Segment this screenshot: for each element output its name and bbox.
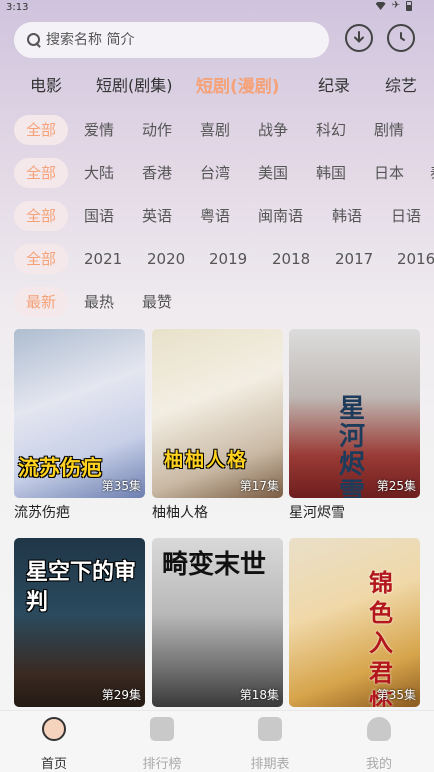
poster-image: 锦色入君怀 第35集 xyxy=(289,538,420,707)
genre-chip[interactable]: 剧情 xyxy=(374,115,404,145)
genre-chip[interactable]: 爱情 xyxy=(84,115,114,145)
drama-card[interactable]: 畸变末世 第18集 xyxy=(152,538,283,707)
episode-count: 第17集 xyxy=(239,479,279,493)
year-chip[interactable]: 2021 xyxy=(84,244,122,274)
genre-chip[interactable]: 战争 xyxy=(258,115,288,145)
poster-title-art: 星河烬雪 xyxy=(339,394,366,498)
genre-filter-row: 全部 爱情 动作 喜剧 战争 科幻 剧情 xyxy=(0,115,434,149)
year-chip[interactable]: 2016 xyxy=(397,244,434,274)
home-icon xyxy=(42,717,66,741)
tab-home[interactable]: 首页 xyxy=(24,717,84,772)
search-bar[interactable] xyxy=(14,22,329,58)
airplane-icon: ✈ xyxy=(391,0,400,11)
region-filter-row: 全部 大陆 香港 台湾 美国 韩国 日本 泰 xyxy=(0,158,434,192)
genre-chip[interactable]: 科幻 xyxy=(316,115,346,145)
region-chip[interactable]: 香港 xyxy=(142,158,172,188)
language-chip[interactable]: 国语 xyxy=(84,201,114,231)
language-filter-row: 全部 国语 英语 粤语 闽南语 韩语 日语 xyxy=(0,201,434,235)
region-chip[interactable]: 泰 xyxy=(430,158,434,188)
category-tabs: 电影 短剧(剧集) 短剧(漫剧) 纪录 综艺 xyxy=(0,66,434,100)
bottom-tab-bar: 首页 排行榜 排期表 我的 xyxy=(0,710,434,772)
year-chip[interactable]: 2017 xyxy=(335,244,373,274)
episode-count: 第35集 xyxy=(376,688,416,702)
status-time: 3:13 xyxy=(6,2,29,13)
region-chip[interactable]: 全部 xyxy=(14,158,69,188)
episode-count: 第18集 xyxy=(239,688,279,702)
category-variety[interactable]: 综艺 xyxy=(385,72,417,96)
tab-label: 我的 xyxy=(365,757,392,772)
poster-title-art: 流苏伤疤 xyxy=(18,456,102,480)
card-title: 流苏伤疤 xyxy=(14,505,70,521)
tab-label: 排行榜 xyxy=(142,757,182,772)
episode-count: 第29集 xyxy=(101,688,141,702)
history-button[interactable] xyxy=(387,24,415,52)
ranking-icon xyxy=(150,717,174,741)
episode-count: 第25集 xyxy=(376,479,416,493)
tab-label: 首页 xyxy=(40,757,67,772)
drama-card[interactable]: 锦色入君怀 第35集 xyxy=(289,538,420,707)
drama-card[interactable]: 流苏伤疤 第35集 流苏伤疤 xyxy=(14,329,145,522)
tab-label: 排期表 xyxy=(250,757,290,772)
drama-card[interactable]: 星空下的审判 第29集 xyxy=(14,538,145,707)
sort-chip[interactable]: 最新 xyxy=(14,287,69,317)
calendar-icon xyxy=(258,717,282,741)
tab-profile[interactable]: 我的 xyxy=(349,717,409,772)
wifi-icon xyxy=(375,2,386,10)
status-icons: ✈ xyxy=(375,0,412,11)
poster-image: 星河烬雪 第25集 xyxy=(289,329,420,498)
category-short-series[interactable]: 短剧(剧集) xyxy=(96,72,173,96)
year-chip[interactable]: 全部 xyxy=(14,244,69,274)
year-chip[interactable]: 2020 xyxy=(147,244,185,274)
poster-image: 柚柚人格 第17集 xyxy=(152,329,283,498)
download-button[interactable] xyxy=(345,24,373,52)
region-chip[interactable]: 日本 xyxy=(374,158,404,188)
battery-icon xyxy=(406,1,412,11)
search-input[interactable] xyxy=(46,32,306,48)
language-chip[interactable]: 日语 xyxy=(391,201,421,231)
search-icon xyxy=(26,32,42,48)
year-filter-row: 全部 2021 2020 2019 2018 2017 2016 xyxy=(0,244,434,278)
category-movie[interactable]: 电影 xyxy=(30,72,62,96)
language-chip[interactable]: 英语 xyxy=(142,201,172,231)
region-chip[interactable]: 大陆 xyxy=(84,158,114,188)
download-icon xyxy=(354,31,364,43)
genre-chip[interactable]: 全部 xyxy=(14,115,69,145)
language-chip[interactable]: 闽南语 xyxy=(258,201,303,231)
language-chip[interactable]: 粤语 xyxy=(200,201,230,231)
genre-chip[interactable]: 喜剧 xyxy=(200,115,230,145)
tab-schedule[interactable]: 排期表 xyxy=(240,717,300,772)
poster-image: 畸变末世 第18集 xyxy=(152,538,283,707)
tab-ranking[interactable]: 排行榜 xyxy=(132,717,192,772)
category-documentary[interactable]: 纪录 xyxy=(318,72,350,96)
year-chip[interactable]: 2019 xyxy=(209,244,247,274)
card-title: 星河烬雪 xyxy=(289,505,345,521)
category-short-anime[interactable]: 短剧(漫剧) xyxy=(196,72,280,97)
year-chip[interactable]: 2018 xyxy=(272,244,310,274)
language-chip[interactable]: 韩语 xyxy=(332,201,362,231)
card-title: 柚柚人格 xyxy=(152,505,208,521)
region-chip[interactable]: 台湾 xyxy=(200,158,230,188)
drama-card[interactable]: 柚柚人格 第17集 柚柚人格 xyxy=(152,329,283,522)
poster-title-art: 柚柚人格 xyxy=(164,449,249,471)
poster-image: 流苏伤疤 第35集 xyxy=(14,329,145,498)
status-bar: 3:13 ✈ xyxy=(0,0,434,16)
sort-filter-row: 最新 最热 最赞 xyxy=(0,287,434,321)
sort-chip[interactable]: 最热 xyxy=(84,287,114,317)
episode-count: 第35集 xyxy=(101,479,141,493)
drama-card[interactable]: 星河烬雪 第25集 星河烬雪 xyxy=(289,329,420,522)
poster-image: 星空下的审判 第29集 xyxy=(14,538,145,707)
history-icon xyxy=(400,32,405,41)
genre-chip[interactable]: 动作 xyxy=(142,115,172,145)
region-chip[interactable]: 韩国 xyxy=(316,158,346,188)
profile-icon xyxy=(367,717,391,741)
poster-title-art: 星空下的审判 xyxy=(26,560,137,615)
poster-title-art: 畸变末世 xyxy=(162,550,267,580)
region-chip[interactable]: 美国 xyxy=(258,158,288,188)
sort-chip[interactable]: 最赞 xyxy=(142,287,172,317)
language-chip[interactable]: 全部 xyxy=(14,201,69,231)
